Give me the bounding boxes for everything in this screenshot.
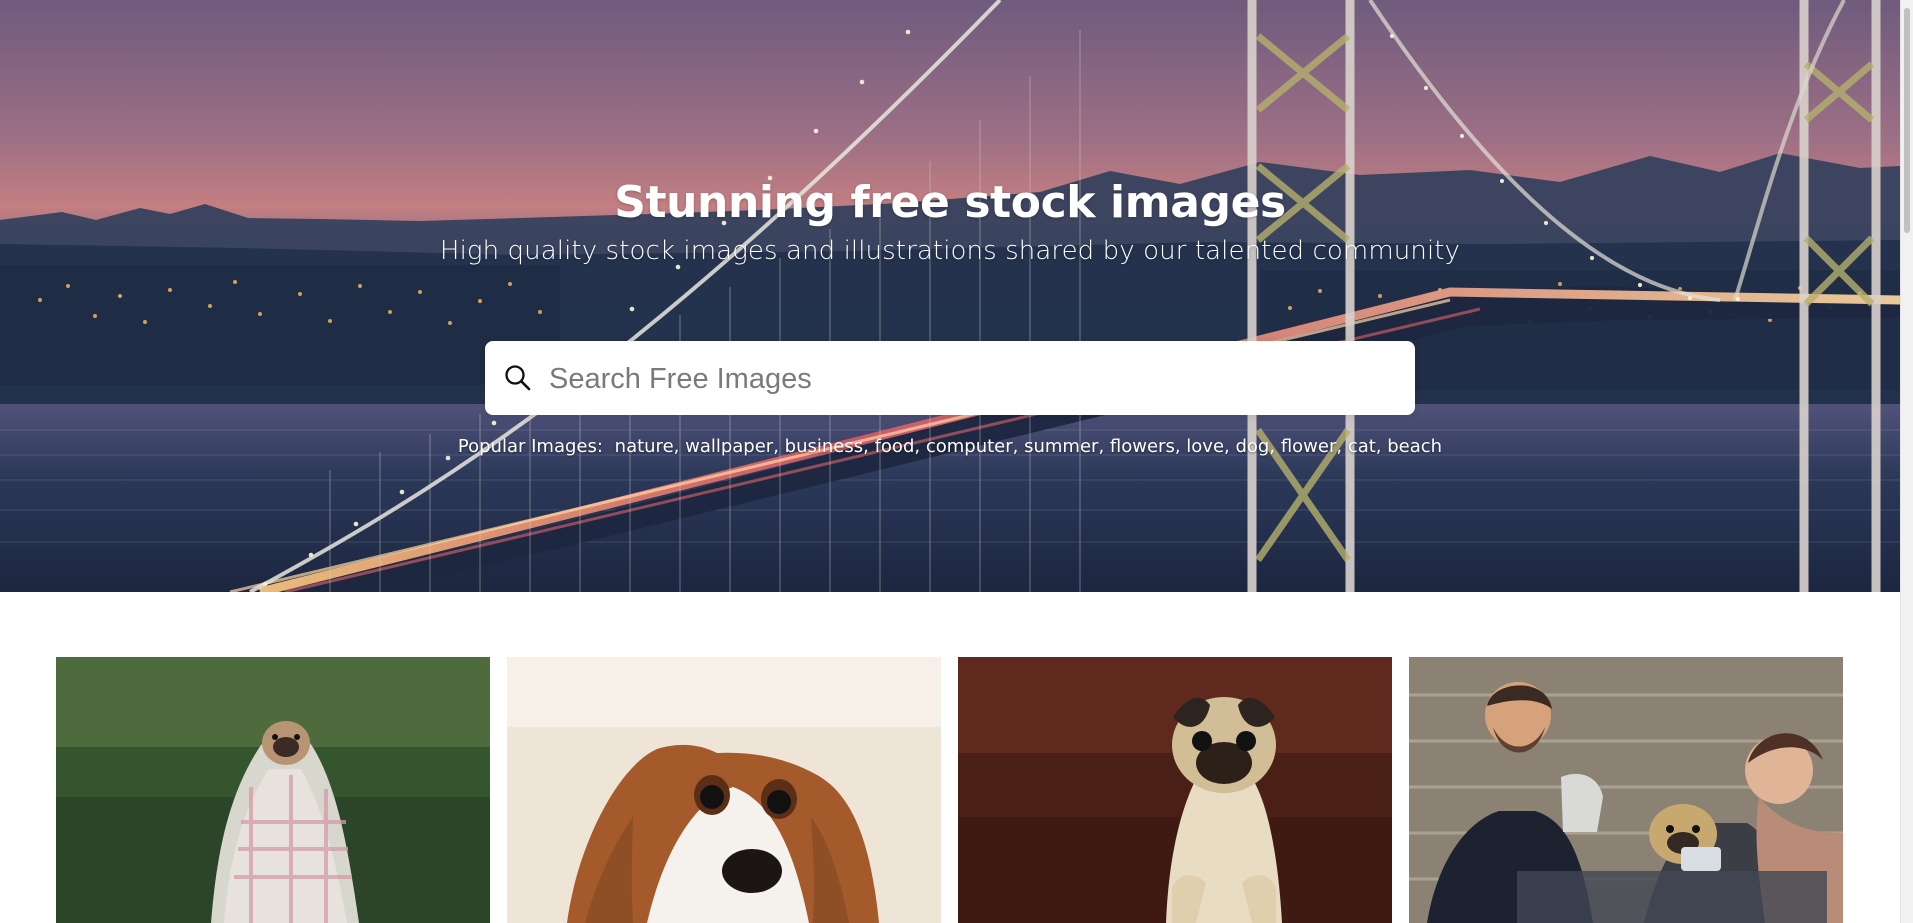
hero-subtitle: High quality stock images and illustrati… [439,236,1461,266]
popular-separator: , [1224,436,1236,457]
page: Stunning free stock images High quality … [0,0,1913,923]
search-input[interactable] [547,341,1401,417]
popular-separator: , [914,436,926,457]
popular-images-label: Popular Images: [457,436,603,457]
popular-separator: , [773,436,785,457]
search-icon[interactable] [503,363,533,393]
popular-tag-food[interactable]: food [875,436,915,457]
hero-title: Stunning free stock images [614,177,1286,229]
scrollbar-thumb[interactable] [1904,8,1910,233]
gallery-image-pug-blanket-photo [56,657,490,923]
popular-tag-cat[interactable]: cat [1348,436,1376,457]
image-gallery [56,657,1846,923]
popular-tag-flower[interactable]: flower [1281,436,1337,457]
gallery-image-pug-standing[interactable] [958,657,1392,923]
hero-content: Stunning free stock images High quality … [0,0,1900,592]
popular-tag-beach[interactable]: beach [1387,436,1442,457]
search-box[interactable] [485,341,1415,417]
hero-banner: Stunning free stock images High quality … [0,0,1900,592]
popular-tag-flowers[interactable]: flowers [1110,436,1175,457]
gallery-image-couple-with-pug-photo [1409,657,1843,923]
popular-separator: , [863,436,875,457]
popular-tag-wallpaper[interactable]: wallpaper [685,436,773,457]
popular-separator: , [1098,436,1110,457]
popular-tag-love[interactable]: love [1186,436,1224,457]
gallery-image-couple-with-pug[interactable] [1409,657,1843,923]
popular-tag-dog[interactable]: dog [1235,436,1269,457]
popular-tag-summer[interactable]: summer [1024,436,1098,457]
vertical-scrollbar[interactable] [1900,0,1913,923]
popular-separator: , [1269,436,1281,457]
popular-separator: , [1174,436,1187,457]
popular-separator: , [1012,436,1025,457]
gallery-image-spaniel-puppy-photo [507,657,941,923]
gallery-image-spaniel-puppy[interactable] [507,657,941,923]
popular-tag-nature[interactable]: nature [615,436,674,457]
popular-tag-business[interactable]: business [785,436,863,457]
popular-tag-computer[interactable]: computer [926,436,1013,457]
gallery-image-pug-blanket[interactable] [56,657,490,923]
gallery-image-pug-standing-photo [958,657,1392,923]
popular-images: Popular Images: nature, wallpaper, busin… [0,436,1900,457]
popular-separator: , [1336,436,1348,457]
popular-separator: , [1375,436,1388,457]
popular-separator: , [673,436,686,457]
